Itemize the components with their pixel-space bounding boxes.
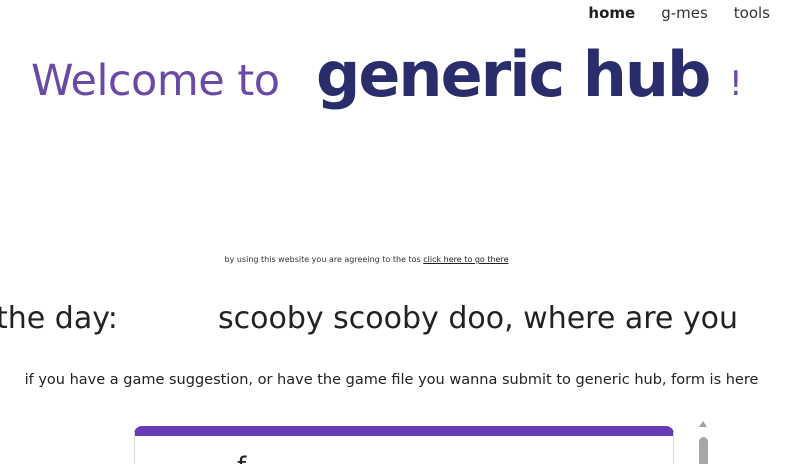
form-scrollbar-thumb[interactable] bbox=[699, 437, 708, 464]
brand-logo-text: generic hub bbox=[316, 38, 711, 111]
form-title-partial: f bbox=[237, 452, 246, 464]
nav-tools-link[interactable]: tools bbox=[734, 4, 770, 22]
top-nav: home g-mes tools bbox=[588, 4, 770, 22]
quote-of-the-day-text: scooby scooby doo, where are you bbox=[218, 301, 739, 336]
game-suggestion-text: if you have a game suggestion, or have t… bbox=[24, 372, 759, 388]
nav-home-link[interactable]: home bbox=[588, 4, 635, 22]
tos-notice: by using this website you are agreeing t… bbox=[0, 255, 733, 264]
embedded-form[interactable]: f bbox=[134, 426, 674, 464]
welcome-heading: Welcome to bbox=[31, 56, 280, 106]
tos-text: by using this website you are agreeing t… bbox=[224, 255, 421, 264]
exclamation-mark: ! bbox=[729, 64, 743, 104]
quote-of-the-day-label: the day: bbox=[0, 301, 118, 336]
nav-games-link[interactable]: g-mes bbox=[661, 4, 708, 22]
tos-link[interactable]: click here to go there bbox=[423, 255, 508, 264]
scroll-up-arrow-icon[interactable] bbox=[699, 421, 707, 427]
page: home g-mes tools Welcome to generic hub … bbox=[0, 0, 791, 464]
